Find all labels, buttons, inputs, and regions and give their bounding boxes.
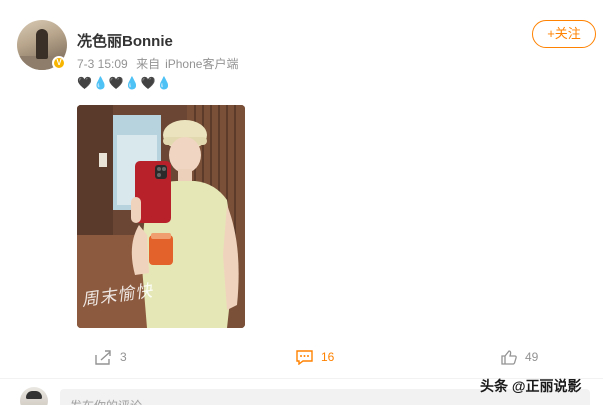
follow-button[interactable]: +关注 [532,20,596,48]
avatar-hair [26,391,42,399]
like-count: 49 [525,350,539,364]
current-user-avatar [20,387,48,405]
comment-count: 16 [321,350,335,364]
action-bar: 3 16 49 [0,346,603,368]
repost-count: 3 [120,350,127,364]
post-meta: 7-3 15:09 来自 iPhone客户端 [77,55,243,72]
brand-watermark: 头条 @正丽说影 [480,378,582,394]
post-content: 🖤💧🖤💧🖤💧 [77,76,173,90]
repost-button[interactable]: 3 [95,346,127,368]
repost-icon [95,349,111,365]
avatar-figure [36,29,48,59]
source-prefix: 来自 [136,57,161,71]
username[interactable]: 冼色丽Bonnie [77,30,173,51]
verified-badge-icon: V [52,56,66,70]
source-device: iPhone客户端 [165,57,239,71]
thumbs-up-icon [501,349,517,365]
post-time[interactable]: 7-3 15:09 [77,57,128,71]
comment-button[interactable]: 16 [296,346,334,368]
comment-icon [296,349,313,365]
post-photo[interactable]: 周末愉快 [77,105,245,328]
like-button[interactable]: 49 [501,346,538,368]
